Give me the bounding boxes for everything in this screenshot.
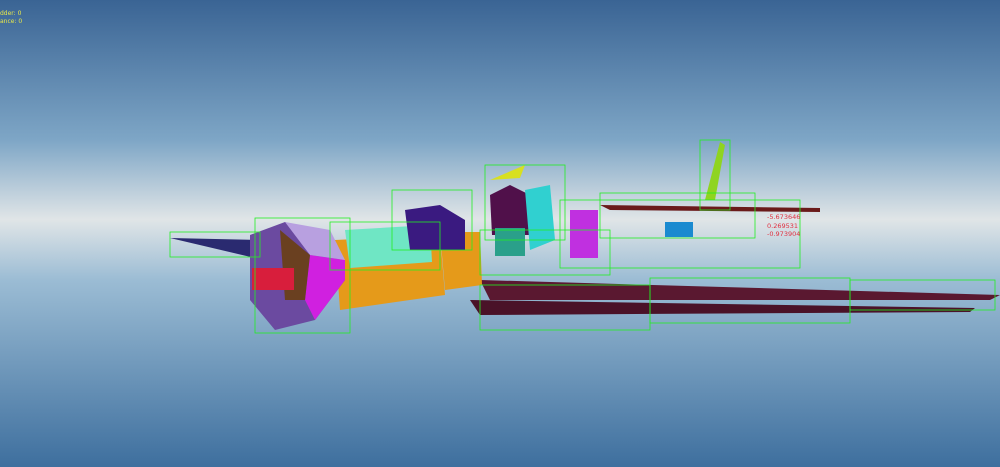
- position-readout: -5.673646 0.269531 -0.973904: [767, 213, 800, 239]
- readout-y: 0.269531: [767, 221, 799, 230]
- tail-box: [665, 222, 693, 237]
- rear-purple: [570, 210, 598, 258]
- propeller-hub: [252, 268, 294, 290]
- 3d-viewport[interactable]: [0, 0, 1000, 467]
- seat-teal: [495, 228, 525, 256]
- readout-x: -5.673646: [767, 213, 801, 221]
- hud-balance-line: ance: 0: [0, 18, 23, 25]
- readout-z: -0.973904: [767, 230, 801, 238]
